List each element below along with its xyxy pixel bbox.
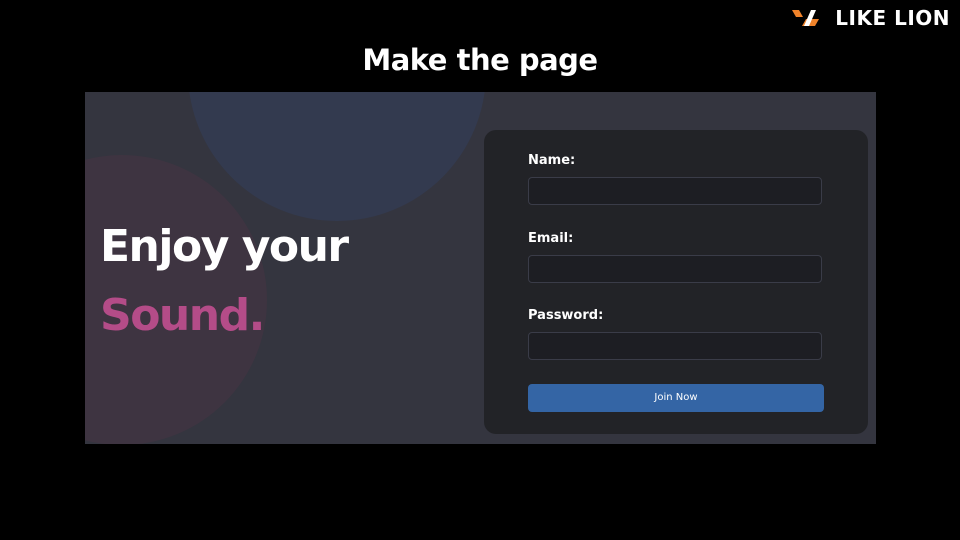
name-label: Name: xyxy=(528,153,576,168)
logo-text: LIKE LION xyxy=(835,6,950,30)
likelion-logo: LIKE LION xyxy=(792,8,950,28)
page-screenshot: Enjoy your Sound. Name: Email: Password:… xyxy=(85,92,876,444)
signup-form: Name: Email: Password: Join Now xyxy=(484,130,868,434)
join-now-button[interactable]: Join Now xyxy=(528,384,824,412)
decorative-blue-circle xyxy=(188,92,486,221)
hero-heading-line1: Enjoy your xyxy=(100,221,349,272)
slide: LIKE LION Make the page Enjoy your Sound… xyxy=(0,0,960,540)
hero-heading-line2: Sound. xyxy=(100,290,265,341)
password-input[interactable] xyxy=(528,332,822,360)
email-label: Email: xyxy=(528,231,574,246)
name-input[interactable] xyxy=(528,177,822,205)
slide-title: Make the page xyxy=(362,43,598,77)
password-label: Password: xyxy=(528,308,604,323)
email-input[interactable] xyxy=(528,255,822,283)
likelion-logo-icon xyxy=(792,10,820,26)
